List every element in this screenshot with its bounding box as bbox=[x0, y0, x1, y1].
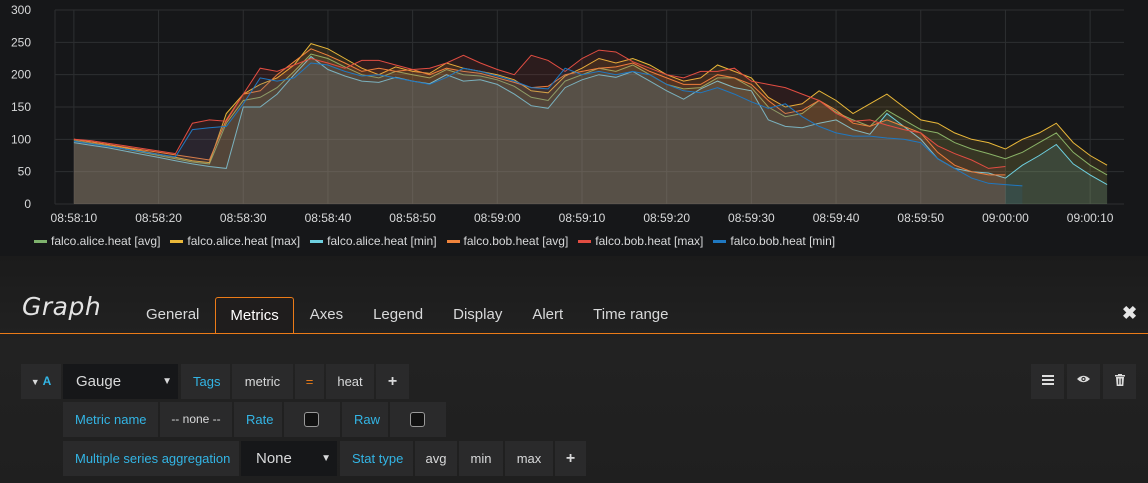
stat-type-max[interactable]: max bbox=[505, 441, 553, 476]
legend-item[interactable]: falco.alice.heat [avg] bbox=[34, 233, 160, 249]
rate-checkbox-cell bbox=[284, 402, 340, 437]
caret-down-icon: ▼ bbox=[30, 377, 40, 387]
query-menu-button[interactable] bbox=[1031, 364, 1064, 399]
metric-type-value: Gauge bbox=[76, 373, 122, 390]
legend-item[interactable]: falco.alice.heat [min] bbox=[310, 233, 437, 249]
tab-general[interactable]: General bbox=[132, 297, 213, 333]
x-tick-label: 08:58:30 bbox=[220, 211, 267, 225]
time-series-chart[interactable]: 0 50 100 150 200 250 300 08:58:10 08:58:20 08:58:… bbox=[0, 0, 1148, 232]
tag-key[interactable]: metric bbox=[232, 364, 293, 399]
aggregation-select[interactable]: None ▼ bbox=[241, 441, 337, 476]
stat-type-label: Stat type bbox=[340, 441, 413, 476]
eye-icon bbox=[1077, 375, 1090, 383]
stat-type-avg[interactable]: avg bbox=[415, 441, 457, 476]
legend-label: falco.bob.heat [avg] bbox=[463, 234, 569, 248]
tag-value[interactable]: heat bbox=[326, 364, 374, 399]
y-tick-label: 250 bbox=[11, 35, 31, 49]
metric-name-select[interactable]: -- none -- bbox=[160, 402, 232, 437]
tab-legend[interactable]: Legend bbox=[359, 297, 437, 333]
add-tag-button[interactable]: + bbox=[376, 364, 409, 399]
query-ref-id: A bbox=[42, 374, 52, 388]
legend-swatch bbox=[446, 239, 460, 243]
chevron-down-icon: ▼ bbox=[162, 376, 172, 387]
x-tick-label: 08:58:10 bbox=[51, 211, 98, 225]
x-tick-label: 08:59:10 bbox=[559, 211, 606, 225]
x-tick-label: 08:58:20 bbox=[135, 211, 182, 225]
tab-metrics[interactable]: Metrics bbox=[215, 297, 294, 334]
trash-icon bbox=[1114, 374, 1125, 386]
x-tick-label: 09:00:10 bbox=[1067, 211, 1114, 225]
toggle-visibility-button[interactable] bbox=[1067, 364, 1100, 399]
y-tick-label: 100 bbox=[11, 132, 31, 146]
panel-title: Graph bbox=[22, 292, 102, 321]
legend-swatch bbox=[170, 239, 184, 243]
tab-time-range[interactable]: Time range bbox=[579, 297, 682, 333]
legend-label: falco.alice.heat [min] bbox=[327, 234, 437, 248]
raw-checkbox[interactable] bbox=[410, 411, 425, 427]
chevron-down-icon: ▼ bbox=[321, 453, 331, 464]
y-tick-label: 0 bbox=[24, 197, 31, 211]
tag-operator[interactable]: = bbox=[295, 364, 324, 399]
hamburger-icon bbox=[1041, 375, 1054, 385]
legend-item[interactable]: falco.bob.heat [avg] bbox=[446, 233, 569, 249]
y-tick-label: 150 bbox=[11, 100, 31, 114]
query-ref-toggle[interactable]: ▼ A bbox=[21, 364, 61, 399]
tags-label: Tags bbox=[181, 364, 230, 399]
metric-name-label: Metric name bbox=[63, 402, 158, 437]
raw-checkbox-cell bbox=[390, 402, 446, 437]
x-tick-label: 08:59:40 bbox=[813, 211, 860, 225]
x-tick-label: 08:58:40 bbox=[305, 211, 352, 225]
stat-type-min[interactable]: min bbox=[459, 441, 503, 476]
y-tick-label: 200 bbox=[11, 68, 31, 82]
tab-underline bbox=[0, 333, 1148, 334]
graph-panel: 0 50 100 150 200 250 300 08:58:10 08:58:20 08:58:… bbox=[0, 0, 1148, 256]
x-tick-label: 09:00:00 bbox=[982, 211, 1029, 225]
legend-swatch bbox=[310, 239, 324, 243]
legend-item[interactable]: falco.bob.heat [min] bbox=[713, 233, 835, 249]
legend-swatch bbox=[713, 239, 727, 243]
y-tick-label: 300 bbox=[11, 3, 31, 17]
tab-display[interactable]: Display bbox=[439, 297, 516, 333]
tab-alert[interactable]: Alert bbox=[518, 297, 577, 333]
x-tick-label: 08:59:30 bbox=[728, 211, 775, 225]
x-tick-label: 08:58:50 bbox=[389, 211, 436, 225]
metric-type-select[interactable]: Gauge ▼ bbox=[63, 364, 178, 399]
legend-label: falco.bob.heat [min] bbox=[730, 234, 836, 248]
legend-label: falco.alice.heat [avg] bbox=[51, 234, 161, 248]
x-tick-label: 08:59:50 bbox=[897, 211, 944, 225]
legend-swatch bbox=[578, 239, 592, 243]
rate-label: Rate bbox=[234, 402, 282, 437]
x-tick-label: 08:59:00 bbox=[474, 211, 521, 225]
editor-tabs: General Metrics Axes Legend Display Aler… bbox=[132, 297, 684, 334]
legend-item[interactable]: falco.bob.heat [max] bbox=[578, 233, 703, 249]
legend-item[interactable]: falco.alice.heat [max] bbox=[170, 233, 300, 249]
aggregation-label: Multiple series aggregation bbox=[63, 441, 239, 476]
delete-query-button[interactable] bbox=[1103, 364, 1136, 399]
add-stat-type-button[interactable]: + bbox=[555, 441, 586, 476]
chart-legend: falco.alice.heat [avg] falco.alice.heat [… bbox=[34, 233, 835, 249]
legend-label: falco.alice.heat [max] bbox=[187, 234, 301, 248]
raw-label: Raw bbox=[342, 402, 388, 437]
legend-label: falco.bob.heat [max] bbox=[595, 234, 704, 248]
aggregation-value: None bbox=[256, 450, 292, 467]
tab-axes[interactable]: Axes bbox=[296, 297, 357, 333]
rate-checkbox[interactable] bbox=[304, 411, 319, 427]
legend-swatch bbox=[34, 239, 47, 243]
y-tick-label: 50 bbox=[18, 165, 32, 179]
panel-editor: Graph General Metrics Axes Legend Displa… bbox=[0, 256, 1148, 483]
x-tick-label: 08:59:20 bbox=[643, 211, 690, 225]
close-icon[interactable]: ✖ bbox=[1122, 303, 1137, 324]
